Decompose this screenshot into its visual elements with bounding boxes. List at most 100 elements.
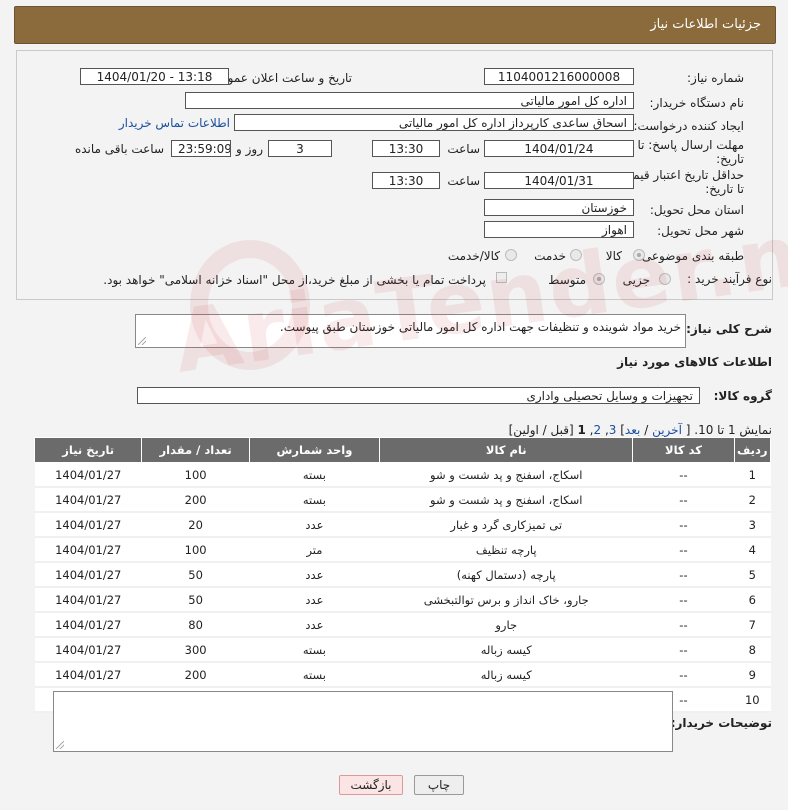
goods-group-field: تجهیزات و وسایل تحصیلی واداری	[137, 387, 700, 404]
col-date-header: تاریخ نیاز	[33, 437, 143, 463]
col-unit-header: واحد شمارش	[248, 437, 381, 463]
pager: نمایش 1 تا 10. [ آخرین / بعد] 3, 2, 1 [ق…	[508, 423, 772, 437]
pager-suffix: [قبل / اولین]	[508, 423, 574, 437]
city-label: شهر محل تحویل:	[657, 224, 744, 238]
pager-last-link[interactable]: آخرین	[652, 423, 682, 437]
table-row: 9 -- کیسه زباله بسته 200 1404/01/27	[34, 661, 771, 688]
pager-separator: /	[644, 423, 649, 437]
cell-need-date: 1404/01/27	[34, 636, 142, 663]
purchase-radio-medium[interactable]	[593, 273, 605, 285]
description-text: خرید مواد شوینده و تنظیفات جهت اداره کل …	[279, 320, 681, 334]
min-price-label-line1: حداقل تاریخ اعتبار قیمت:	[617, 168, 744, 182]
watermark-logo-icon	[190, 240, 310, 370]
cell-need-date: 1404/01/27	[34, 511, 142, 538]
cell-quantity: 50	[141, 561, 250, 588]
cell-unit: بسته	[249, 636, 380, 663]
cell-quantity: 300	[141, 636, 250, 663]
pager-next-link[interactable]: بعد	[625, 423, 640, 437]
cell-code: --	[632, 462, 735, 488]
resize-handle-icon[interactable]	[56, 741, 64, 749]
need-number-field: 1104001216000008	[484, 68, 634, 85]
cell-need-date: 1404/01/27	[34, 462, 142, 488]
need-number-label: شماره نیاز:	[687, 71, 744, 85]
deadline-time-field: 13:30	[372, 140, 440, 157]
page-header: جزئیات اطلاعات نیاز	[14, 6, 776, 44]
city-field: اهواز	[484, 221, 634, 238]
treasury-checkbox[interactable]	[496, 272, 507, 283]
cell-name: جارو	[379, 611, 633, 638]
category-radio-goods[interactable]	[633, 249, 645, 261]
cell-row-number: 9	[734, 661, 771, 688]
buyer-notes-textarea[interactable]	[53, 691, 673, 752]
category-radio-goods-service[interactable]	[505, 249, 517, 261]
cell-need-date: 1404/01/27	[34, 586, 142, 613]
table-row: 3 -- تی تمیزکاری گرد و غبار عدد 20 1404/01/27	[34, 511, 771, 538]
cell-name: اسکاج، اسفنج و پد شست و شو	[379, 486, 633, 513]
cell-name: پارچه تنظیف	[379, 536, 633, 563]
cell-unit: عدد	[249, 586, 380, 613]
cell-need-date: 1404/01/27	[34, 486, 142, 513]
cell-quantity: 80	[141, 611, 250, 638]
cell-row-number: 8	[734, 636, 771, 663]
cell-code: --	[632, 486, 735, 513]
cell-unit: متر	[249, 536, 380, 563]
cell-need-date: 1404/01/27	[34, 536, 142, 563]
cell-need-date: 1404/01/27	[34, 611, 142, 638]
cell-row-number: 5	[734, 561, 771, 588]
cell-quantity: 100	[141, 536, 250, 563]
cell-row-number: 6	[734, 586, 771, 613]
resize-handle-icon[interactable]	[138, 337, 146, 345]
creator-field: اسحاق ساعدی کارپرداز اداره کل امور مالیا…	[234, 114, 634, 131]
table-row: 5 -- پارچه (دستمال کهنه) عدد 50 1404/01/27	[34, 561, 771, 588]
pager-prefix: نمایش 1 تا 10. [	[685, 423, 772, 437]
pager-page-2[interactable]: 2	[593, 423, 601, 437]
cell-name: تی تمیزکاری گرد و غبار	[379, 511, 633, 538]
print-button[interactable]: چاپ	[414, 775, 464, 795]
cell-code: --	[632, 561, 735, 588]
contact-info-link[interactable]: اطلاعات تماس خریدار	[119, 116, 230, 130]
cell-unit: عدد	[249, 511, 380, 538]
announce-field: 1404/01/20 - 13:18	[80, 68, 229, 85]
min-price-date-field: 1404/01/31	[484, 172, 634, 189]
cell-quantity: 50	[141, 586, 250, 613]
table-row: 2 -- اسکاج، اسفنج و پد شست و شو بسته 200 1404…	[34, 486, 771, 513]
category-option-goods-service: کالا/خدمت	[447, 249, 500, 263]
remaining-time-field: 23:59:09	[171, 140, 231, 157]
cell-code: --	[632, 661, 735, 688]
purchase-type-label: نوع فرآیند خرید :	[687, 272, 772, 286]
purchase-radio-minor[interactable]	[659, 273, 671, 285]
cell-row-number: 7	[734, 611, 771, 638]
deadline-label-line1: مهلت ارسال پاسخ: تا	[637, 138, 744, 152]
cell-name: اسکاج، اسفنج و پد شست و شو	[379, 462, 633, 488]
back-button[interactable]: بازگشت	[339, 775, 403, 795]
cell-row-number: 1	[734, 462, 771, 488]
cell-need-date: 1404/01/27	[34, 561, 142, 588]
pager-page-3[interactable]: 3	[609, 423, 617, 437]
cell-need-date: 1404/01/27	[34, 661, 142, 688]
min-price-time-label: ساعت	[447, 174, 480, 188]
province-field: خوزستان	[484, 199, 634, 216]
deadline-time-label: ساعت	[447, 142, 480, 156]
deadline-label-line2: تاریخ:	[716, 152, 744, 166]
deadline-date-field: 1404/01/24	[484, 140, 634, 157]
col-name-header: نام کالا	[379, 437, 634, 463]
cell-code: --	[632, 536, 735, 563]
cell-unit: بسته	[249, 661, 380, 688]
province-label: استان محل تحویل:	[649, 203, 744, 217]
goods-group-label: گروه کالا:	[713, 389, 772, 403]
cell-name: کیسه زباله	[379, 661, 633, 688]
cell-quantity: 100	[141, 462, 250, 488]
category-option-service: خدمت	[534, 249, 566, 263]
col-qty-header: تعداد / مقدار	[141, 437, 250, 463]
category-label: طبقه بندی موضوعی:	[637, 249, 744, 263]
col-code-header: کد کالا	[632, 437, 735, 463]
cell-row-number: 10	[734, 686, 771, 713]
cell-code: --	[632, 586, 735, 613]
cell-quantity: 200	[141, 486, 250, 513]
cell-quantity: 200	[141, 661, 250, 688]
min-price-label-line2: تا تاریخ:	[705, 182, 744, 196]
cell-row-number: 4	[734, 536, 771, 563]
goods-table: ردیف کد کالا نام کالا واحد شمارش تعداد /…	[33, 437, 772, 713]
creator-label: ایجاد کننده درخواست:	[633, 119, 744, 133]
category-radio-service[interactable]	[570, 249, 582, 261]
